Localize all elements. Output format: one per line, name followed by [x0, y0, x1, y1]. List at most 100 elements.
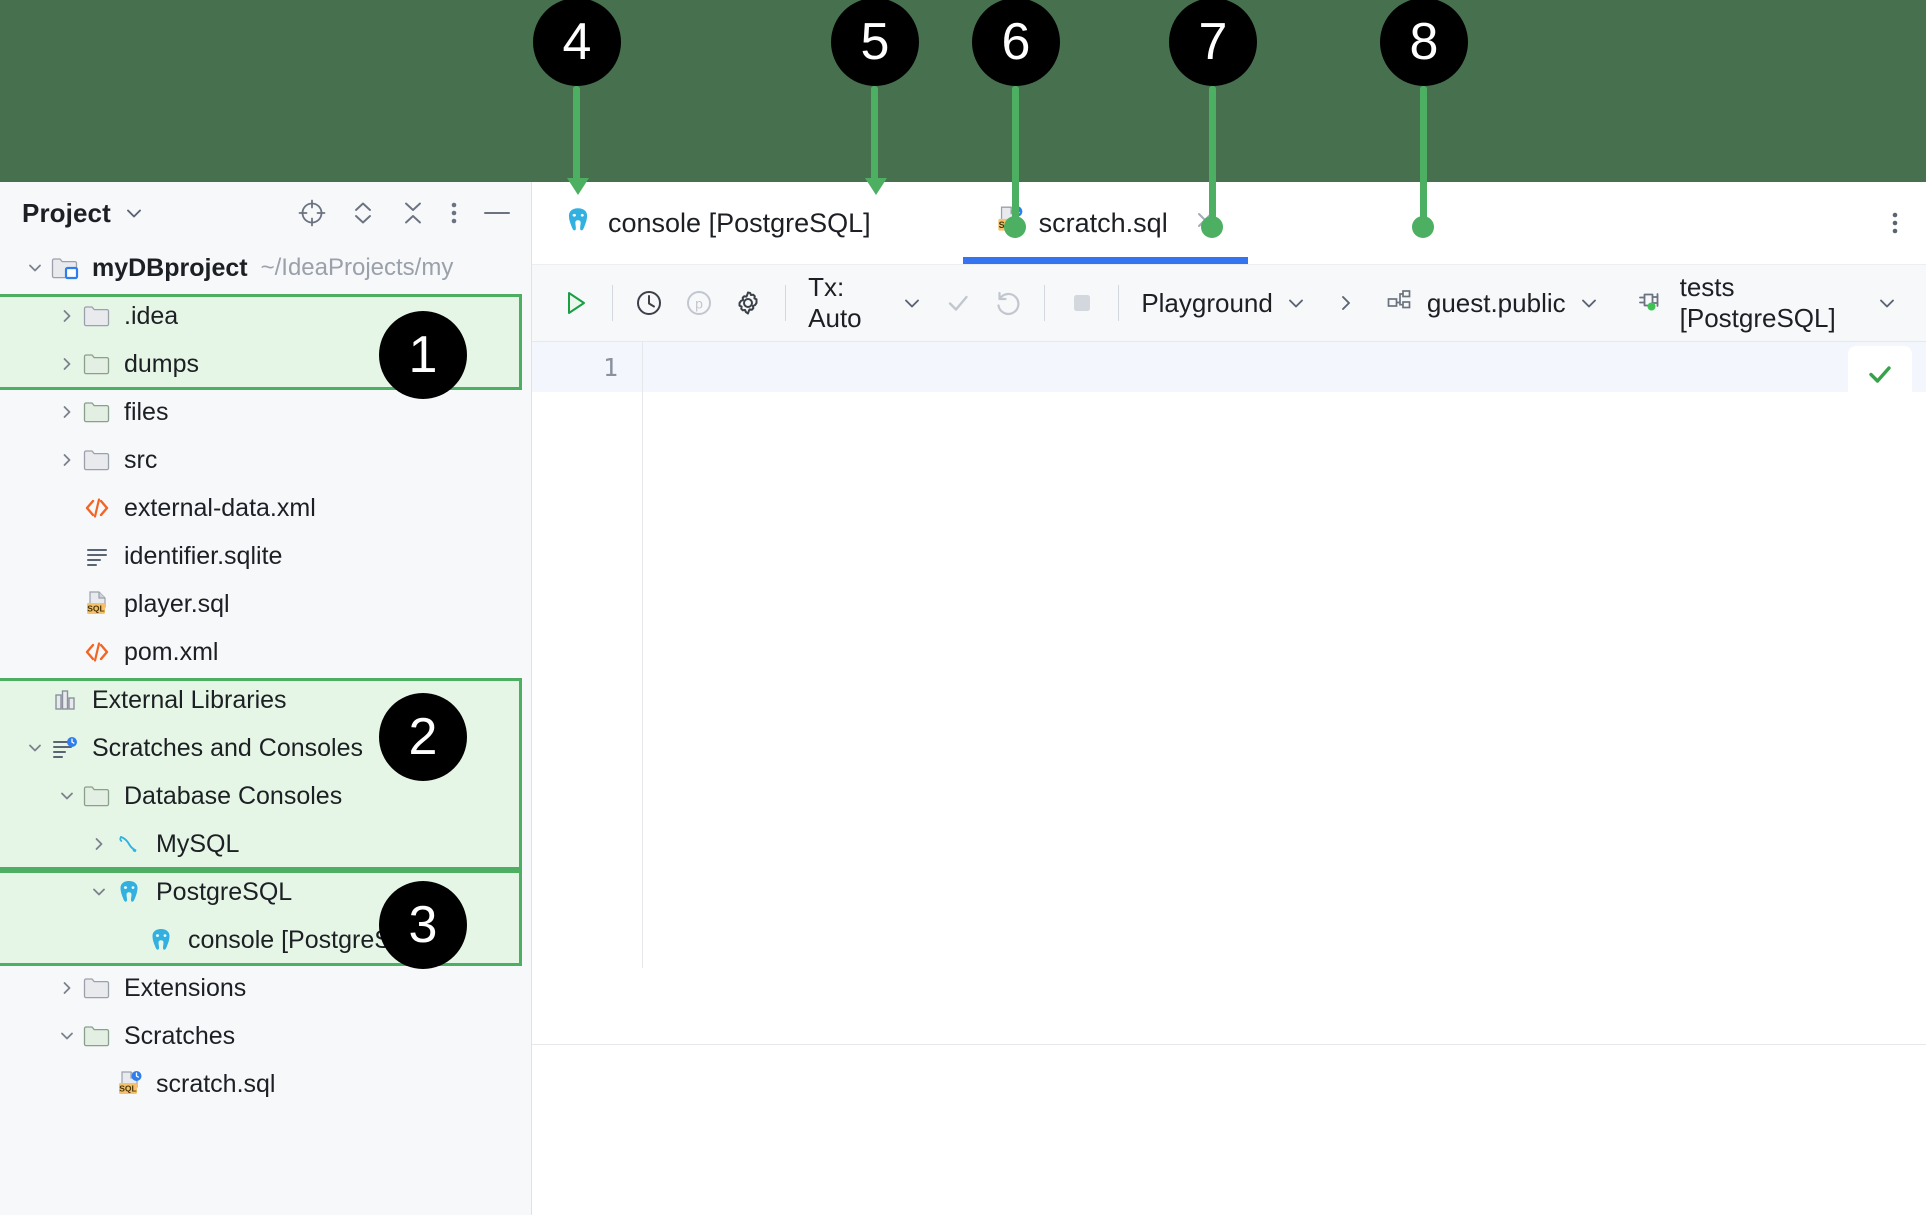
tree-row-label: .idea — [124, 301, 179, 330]
tree-row-label: files — [124, 397, 169, 426]
folder-icon — [80, 399, 114, 425]
toolbar-guest-public-schema[interactable]: guest.public — [1375, 286, 1610, 321]
callout-4: 4 — [533, 0, 621, 86]
chevron-right-icon[interactable] — [86, 831, 112, 857]
chevron-down-icon[interactable] — [123, 202, 145, 224]
chevron-down-icon[interactable] — [54, 1023, 80, 1049]
datasource-label: tests [PostgreSQL] — [1679, 272, 1836, 333]
datasource-plug-icon — [1636, 286, 1668, 321]
postgresql-icon — [112, 878, 146, 906]
tree-row-extensions[interactable]: Extensions — [0, 964, 532, 1012]
tree-row-label: Scratches — [124, 1021, 236, 1050]
divider — [1043, 285, 1045, 321]
chevron-down-icon[interactable] — [22, 735, 48, 761]
external-libraries-icon — [48, 687, 82, 713]
callout-8-dot — [1412, 216, 1434, 238]
tree-row-scratch-sql[interactable]: SQL scratch.sql — [0, 1060, 532, 1108]
chevron-down-icon[interactable] — [1578, 292, 1600, 314]
callout-2: 2 — [379, 693, 467, 781]
chevron-right-icon[interactable] — [54, 399, 80, 425]
chevron-down-icon[interactable] — [86, 879, 112, 905]
sql-scratch-file-icon: SQL — [112, 1070, 146, 1098]
chevron-down-icon[interactable] — [54, 783, 80, 809]
callout-5-arrow — [865, 178, 887, 195]
folder-icon — [80, 783, 114, 809]
history-clock-icon[interactable] — [624, 275, 674, 331]
tree-row-mydbproject[interactable]: myDBproject ~/IdeaProjects/my — [0, 244, 532, 292]
chevron-right-icon — [1335, 292, 1357, 314]
mysql-icon — [112, 831, 146, 857]
toolbar-playground-session[interactable]: Playground — [1131, 288, 1317, 319]
chevron-right-icon[interactable] — [54, 303, 80, 329]
gutter-divider — [642, 342, 643, 392]
callout-5-leader — [871, 86, 878, 182]
folder-icon — [80, 447, 114, 473]
tree-row-label: Extensions — [124, 973, 247, 1002]
project-panel-header: Project — [0, 182, 531, 244]
xml-file-icon — [80, 495, 114, 521]
annotation-band — [0, 0, 1926, 182]
chevron-down-icon[interactable] — [1285, 292, 1307, 314]
svg-text:SQL: SQL — [87, 604, 104, 614]
expand-all-icon[interactable] — [349, 198, 377, 228]
postgresql-icon — [562, 205, 594, 242]
tree-row-mysql[interactable]: MySQL — [0, 820, 532, 868]
sql-file-icon: SQL — [80, 590, 114, 618]
collapse-all-icon[interactable] — [399, 198, 427, 228]
tree-row-label: src — [124, 445, 158, 474]
callout-6: 6 — [972, 0, 1060, 86]
toolbar-tests-postgresql-datasource[interactable]: tests [PostgreSQL] — [1626, 272, 1908, 334]
chevron-right-icon[interactable] — [54, 447, 80, 473]
tx-mode-selector[interactable]: Tx: Auto — [798, 272, 933, 334]
tree-row-label: identifier.sqlite — [124, 541, 283, 570]
svg-text:p: p — [695, 296, 703, 312]
callout-5: 5 — [831, 0, 919, 86]
stop-square-icon[interactable] — [1057, 275, 1107, 331]
gutter-divider — [642, 392, 643, 968]
parameters-p-icon[interactable]: p — [674, 275, 724, 331]
callout-1: 1 — [379, 311, 467, 399]
divider — [532, 1044, 1926, 1045]
chevron-down-icon[interactable] — [1876, 292, 1898, 314]
tree-row-files[interactable]: files — [0, 388, 532, 436]
tree-row-label: external-data.xml — [124, 493, 316, 522]
tree-row-pom-xml[interactable]: pom.xml — [0, 628, 532, 676]
chevron-down-icon[interactable] — [22, 255, 48, 281]
run-triangle-icon[interactable] — [550, 275, 600, 331]
divider — [785, 285, 787, 321]
chevron-right-icon[interactable] — [54, 975, 80, 1001]
chevron-down-icon[interactable] — [901, 292, 923, 314]
tree-row-identifier-sqlite[interactable]: identifier.sqlite — [0, 532, 532, 580]
editor-canvas[interactable] — [532, 392, 1926, 968]
project-folder-icon — [48, 255, 82, 281]
editor-line-1[interactable]: 1 — [532, 342, 1926, 402]
postgresql-icon — [144, 926, 178, 954]
chevron-right-icon[interactable] — [54, 351, 80, 377]
callout-6-dot — [1004, 216, 1026, 238]
tree-row-label: MySQL — [156, 829, 240, 858]
gear-icon[interactable] — [724, 275, 774, 331]
callout-8: 8 — [1380, 0, 1468, 86]
sql-editor[interactable]: 1 — [532, 342, 1926, 1045]
editor-toolbar: p Tx: Auto Playground guest.public tests… — [532, 265, 1926, 342]
tree-row-scratches[interactable]: Scratches — [0, 1012, 532, 1060]
callout-7: 7 — [1169, 0, 1257, 86]
more-vertical-icon[interactable] — [1864, 208, 1926, 238]
divider — [611, 285, 613, 321]
commit-check-icon[interactable] — [933, 275, 983, 331]
tree-row-path: ~/IdeaProjects/my — [260, 254, 454, 281]
callout-4-leader — [573, 86, 580, 182]
tree-row-src[interactable]: src — [0, 436, 532, 484]
select-opened-file-icon[interactable] — [297, 198, 327, 228]
folder-icon — [80, 975, 114, 1001]
tree-row-player-sql[interactable]: SQL player.sql — [0, 580, 532, 628]
xml-file-icon — [80, 639, 114, 665]
tree-row-database-consoles[interactable]: Database Consoles — [0, 772, 532, 820]
rollback-arrow-icon[interactable] — [982, 275, 1032, 331]
tree-row-external-data-xml[interactable]: external-data.xml — [0, 484, 532, 532]
options-menu-icon[interactable] — [449, 198, 459, 228]
svg-text:SQL: SQL — [119, 1084, 136, 1094]
callout-4-arrow — [567, 178, 589, 195]
hide-icon[interactable] — [481, 198, 513, 228]
ide-window: Project myDBproject ~/IdeaProjects/my .i… — [0, 182, 1926, 1215]
